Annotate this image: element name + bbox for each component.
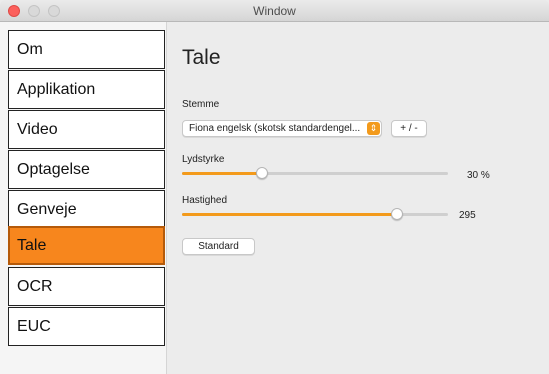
sidebar-item-ocr[interactable]: OCR	[8, 267, 165, 306]
page-title: Tale	[182, 46, 221, 69]
default-button[interactable]: Standard	[182, 238, 255, 255]
sidebar: Om Applikation Video Optagelse Genveje T…	[0, 22, 167, 374]
sidebar-item-video[interactable]: Video	[8, 110, 165, 149]
voice-select[interactable]: Fiona engelsk (skotsk standardengel... ⇕	[182, 120, 382, 137]
volume-label: Lydstyrke	[182, 154, 225, 165]
sidebar-item-om[interactable]: Om	[8, 30, 165, 69]
sidebar-item-label: Genveje	[17, 201, 77, 218]
speed-slider[interactable]	[182, 208, 448, 220]
sidebar-item-optagelse[interactable]: Optagelse	[8, 150, 165, 189]
volume-slider-knob[interactable]	[256, 167, 268, 179]
sidebar-item-label: Tale	[17, 237, 47, 254]
title-bar: Window	[0, 0, 549, 22]
sidebar-item-applikation[interactable]: Applikation	[8, 70, 165, 109]
volume-slider-fill	[182, 172, 262, 175]
speed-slider-fill	[182, 213, 397, 216]
app-window: Window Om Applikation Video Optagelse Ge…	[0, 0, 549, 374]
window-title: Window	[253, 4, 296, 18]
voice-label: Stemme	[182, 99, 220, 110]
sidebar-item-euc[interactable]: EUC	[8, 307, 165, 346]
sidebar-item-label: Video	[17, 121, 58, 138]
sidebar-item-label: Optagelse	[17, 161, 90, 178]
speed-value: 295	[459, 210, 476, 221]
sidebar-item-label: EUC	[17, 318, 51, 335]
speed-label: Hastighed	[182, 195, 228, 206]
add-remove-voice-button[interactable]: + / -	[391, 120, 427, 137]
sidebar-item-genveje[interactable]: Genveje	[8, 190, 165, 229]
speed-slider-knob[interactable]	[391, 208, 403, 220]
sidebar-item-tale[interactable]: Tale	[8, 226, 165, 265]
sidebar-item-label: Applikation	[17, 81, 96, 98]
chevron-up-down-icon: ⇕	[367, 122, 380, 135]
volume-slider[interactable]	[182, 167, 448, 179]
sidebar-item-label: OCR	[17, 278, 53, 295]
volume-value: 30 %	[467, 170, 490, 181]
voice-select-value: Fiona engelsk (skotsk standardengel...	[189, 123, 361, 134]
sidebar-item-label: Om	[17, 41, 43, 58]
